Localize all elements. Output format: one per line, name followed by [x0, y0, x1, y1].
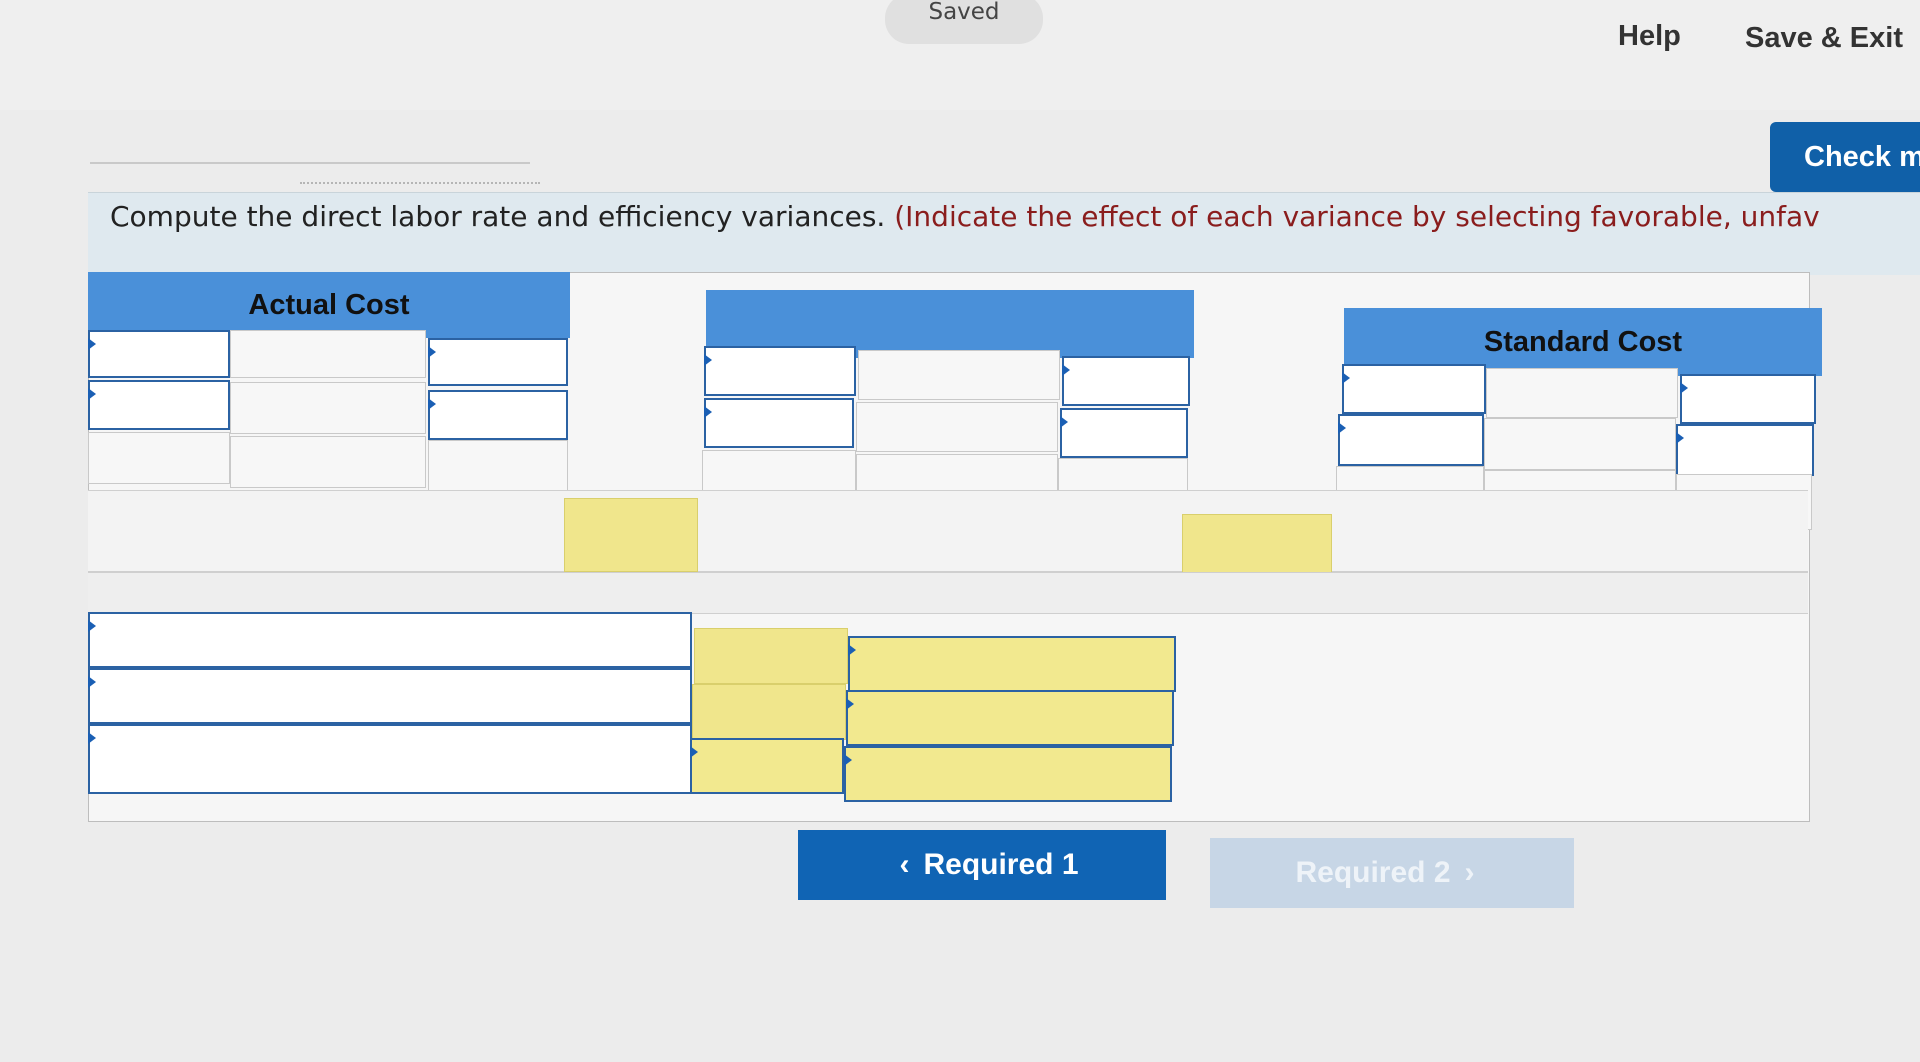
variance-label-input-1[interactable]	[88, 612, 692, 668]
variance-amount-cell-3[interactable]	[690, 738, 844, 794]
standard-input-3[interactable]	[1338, 414, 1484, 466]
variance-effect-select-1[interactable]	[848, 636, 1176, 692]
actual-operator-cell	[230, 382, 426, 434]
actual-total-cell	[88, 432, 230, 484]
actual-operator-cell	[230, 330, 426, 378]
actual-input-4[interactable]	[428, 390, 568, 440]
actual-input-1[interactable]	[88, 330, 230, 378]
middle-operator-cell	[856, 402, 1058, 452]
rate-variance-cell[interactable]	[564, 498, 698, 572]
variance-label-input-3[interactable]	[88, 724, 692, 794]
variance-effect-select-2[interactable]	[846, 690, 1174, 746]
standard-input-1[interactable]	[1342, 364, 1486, 414]
variance-effect-select-3[interactable]	[844, 746, 1172, 802]
required-1-button[interactable]: ‹ Required 1	[798, 830, 1166, 900]
required-2-label: Required 2	[1295, 856, 1451, 889]
standard-operator-cell	[1484, 418, 1676, 470]
standard-input-4[interactable]	[1676, 424, 1814, 476]
required-2-button: Required 2 ›	[1210, 838, 1574, 908]
variance-label-input-2[interactable]	[88, 668, 692, 724]
middle-operator-cell	[858, 350, 1060, 400]
middle-input-1[interactable]	[704, 346, 856, 396]
check-my-work-button[interactable]: Check m	[1770, 122, 1920, 192]
help-link[interactable]: Help	[1618, 20, 1681, 53]
spacer-row	[88, 572, 1808, 614]
divider	[300, 182, 540, 184]
question-text: Compute the direct labor rate and effici…	[110, 200, 1920, 233]
actual-total-cell	[428, 440, 568, 492]
chevron-left-icon: ‹	[899, 848, 910, 881]
required-1-label: Required 1	[923, 848, 1079, 881]
variance-row	[88, 490, 1808, 572]
question-main: Compute the direct labor rate and effici…	[110, 200, 886, 233]
save-exit-link[interactable]: Save & Exit	[1745, 22, 1903, 55]
actual-total-cell	[230, 436, 426, 488]
chevron-right-icon: ›	[1464, 856, 1475, 889]
actual-input-3[interactable]	[88, 380, 230, 430]
variance-amount-cell-2[interactable]	[692, 684, 846, 740]
middle-input-3[interactable]	[704, 398, 854, 448]
actual-input-2[interactable]	[428, 338, 568, 386]
standard-input-2[interactable]	[1680, 374, 1816, 424]
saved-status: Saved	[885, 0, 1043, 44]
standard-operator-cell	[1486, 368, 1678, 418]
question-instruction: (Indicate the effect of each variance by…	[894, 200, 1820, 233]
divider	[90, 162, 530, 164]
actual-cost-header: Actual Cost	[88, 272, 570, 338]
middle-input-4[interactable]	[1060, 408, 1188, 458]
variance-amount-cell-1[interactable]	[694, 628, 848, 684]
middle-input-2[interactable]	[1062, 356, 1190, 406]
